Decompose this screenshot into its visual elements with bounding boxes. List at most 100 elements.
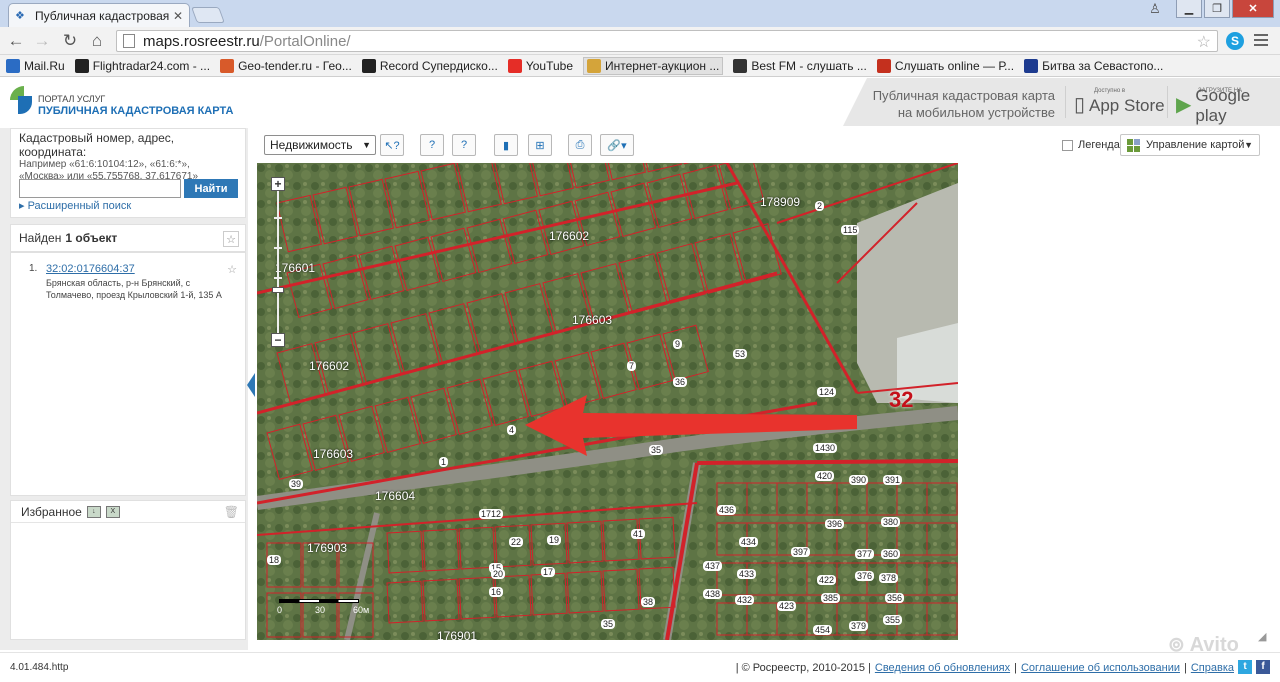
browser-menu-icon[interactable]	[1254, 34, 1268, 49]
cadastral-map[interactable]: 176602 176603 176601 176602 176603 176604 1769…	[257, 163, 958, 640]
plot-number-label[interactable]: 379	[849, 621, 869, 631]
google-play-button[interactable]: ▶ ЗАГРУЗИТЕ НА Google play	[1167, 86, 1275, 125]
plot-number-label[interactable]: 420	[815, 471, 835, 481]
bookmark-item[interactable]: Слушать online — Р...	[876, 58, 1014, 73]
export-excel-icon[interactable]: X	[105, 505, 120, 518]
new-tab-button[interactable]	[191, 7, 225, 23]
bookmark-item[interactable]: Mail.Ru	[6, 58, 65, 73]
info-tool-button[interactable]: ?	[420, 134, 444, 156]
bookmark-item[interactable]: Битва за Севастопо...	[1024, 58, 1163, 73]
home-icon[interactable]: ⌂	[87, 31, 107, 51]
plot-number-label[interactable]: 438	[703, 589, 723, 599]
plot-number-label[interactable]: 20	[491, 569, 506, 579]
plot-number-label[interactable]: 397	[791, 547, 811, 557]
reload-icon[interactable]: ↻	[60, 31, 80, 51]
plot-number-label[interactable]: 124	[817, 387, 837, 397]
result-cadastral-number-link[interactable]: 32:02:0176604:37	[46, 263, 135, 275]
search-button[interactable]: Найти	[184, 179, 238, 198]
map-management-dropdown[interactable]: Управление картой ▼	[1120, 134, 1260, 156]
bookmark-item[interactable]: Best FM - слушать ...	[733, 58, 867, 73]
plot-number-label[interactable]: 360	[881, 549, 901, 559]
plot-number-label[interactable]: 422	[817, 575, 837, 585]
plot-number-label[interactable]: 22	[509, 537, 524, 547]
plot-number-label[interactable]: 376	[855, 571, 875, 581]
app-store-button[interactable]: ▯ Доступно в App Store	[1065, 86, 1165, 118]
bookmark-item[interactable]: Интернет-аукцион ...	[583, 56, 724, 75]
quarter-label[interactable]: 176903	[307, 541, 347, 555]
bookmark-star-icon[interactable]: ☆	[1197, 32, 1211, 52]
plot-number-label[interactable]: 115	[841, 225, 860, 235]
quarter-label[interactable]: 176602	[549, 229, 589, 243]
plot-number-label[interactable]: 9	[673, 339, 683, 349]
zoom-in-button[interactable]: +	[271, 177, 285, 191]
quarter-label[interactable]: 176602	[309, 359, 349, 373]
legend-toggle[interactable]: Легенда	[1062, 139, 1120, 151]
maximize-button[interactable]: ❐	[1204, 0, 1230, 18]
plot-number-label[interactable]: 39	[289, 479, 304, 489]
terms-link[interactable]: Соглашение об использовании	[1021, 662, 1180, 674]
plot-number-label[interactable]: 385	[821, 593, 841, 603]
skype-extension-icon[interactable]: S	[1226, 32, 1244, 50]
import-icon[interactable]: ↓	[86, 505, 101, 518]
advanced-search-link[interactable]: ▸ Расширенный поиск	[19, 199, 131, 212]
plot-number-label[interactable]: 356	[885, 593, 905, 603]
plot-number-label[interactable]: 1712	[479, 509, 504, 519]
twitter-icon[interactable]: t	[1238, 660, 1252, 674]
browser-tab[interactable]: ❖ Публичная кадастровая ✕	[8, 3, 190, 27]
close-tab-icon[interactable]: ✕	[173, 9, 183, 23]
plot-number-label[interactable]: 1	[439, 457, 449, 467]
updates-link[interactable]: Сведения об обновлениях	[875, 662, 1010, 674]
quarter-label[interactable]: 176603	[572, 313, 612, 327]
trash-icon[interactable]: 🗑	[224, 505, 239, 519]
plot-number-label[interactable]: 53	[733, 349, 748, 359]
quarter-label[interactable]: 176603	[313, 447, 353, 461]
print-button[interactable]: ⎙	[568, 134, 592, 156]
collapse-panel-handle[interactable]	[247, 373, 255, 397]
plot-number-label[interactable]: 17	[541, 567, 556, 577]
back-arrow-icon[interactable]: ←	[6, 31, 26, 51]
plot-number-label[interactable]: 35	[601, 619, 616, 629]
plot-number-label[interactable]: 355	[883, 615, 903, 625]
facebook-icon[interactable]: f	[1256, 660, 1270, 674]
search-input[interactable]	[19, 179, 181, 198]
rosreestr-logo-icon[interactable]	[10, 86, 32, 116]
resize-handle-icon[interactable]: ◢	[1258, 630, 1266, 643]
plot-number-label[interactable]: 378	[879, 573, 899, 583]
measure-tool-button[interactable]: ▮	[494, 134, 518, 156]
quarter-label[interactable]: 176604	[375, 489, 415, 503]
quarter-label[interactable]: 178909	[760, 195, 800, 209]
area-tool-button[interactable]: ⊞	[528, 134, 552, 156]
plot-number-label[interactable]: 41	[631, 529, 646, 539]
layer-select[interactable]: Недвижимость ▼	[264, 135, 376, 155]
plot-number-label[interactable]: 390	[849, 475, 869, 485]
address-bar[interactable]: maps.rosreestr.ru/PortalOnline/ ☆	[116, 30, 1218, 52]
favorite-all-icon[interactable]: ☆	[223, 231, 239, 247]
zoom-out-button[interactable]: −	[271, 333, 285, 347]
plot-number-label[interactable]: 423	[777, 601, 797, 611]
close-window-button[interactable]: ✕	[1232, 0, 1274, 18]
bookmark-item[interactable]: Geo-tender.ru - Гео...	[220, 58, 352, 73]
plot-number-label[interactable]: 16	[489, 587, 504, 597]
legend-checkbox[interactable]	[1062, 139, 1073, 151]
plot-number-label[interactable]: 2	[815, 201, 825, 211]
identify-tool-button[interactable]: ↖?	[380, 134, 404, 156]
plot-number-label[interactable]: 7	[627, 361, 637, 371]
plot-number-label[interactable]: 437	[703, 561, 723, 571]
bookmark-item[interactable]: Flightradar24.com - ...	[74, 58, 210, 73]
help-link[interactable]: Справка	[1191, 662, 1234, 674]
plot-number-label[interactable]: 436	[717, 505, 737, 515]
bookmark-item[interactable]: Record Супердиско...	[361, 58, 498, 73]
plot-number-label[interactable]: 454	[813, 625, 833, 635]
zoom-slider-handle[interactable]	[272, 287, 284, 293]
plot-number-label[interactable]: 377	[855, 549, 875, 559]
link-button[interactable]: 🔗▾	[600, 134, 634, 156]
plot-number-label[interactable]: 36	[673, 377, 688, 387]
plot-number-label[interactable]: 1430	[813, 443, 838, 453]
user-icon[interactable]: ♙	[1142, 0, 1168, 18]
plot-number-label[interactable]: 19	[547, 535, 562, 545]
plot-number-label[interactable]: 391	[883, 475, 903, 485]
quarter-label[interactable]: 176901	[437, 629, 477, 640]
forward-arrow-icon[interactable]: →	[32, 31, 52, 51]
plot-number-label[interactable]: 396	[825, 519, 845, 529]
plot-number-label[interactable]: 38	[641, 597, 656, 607]
